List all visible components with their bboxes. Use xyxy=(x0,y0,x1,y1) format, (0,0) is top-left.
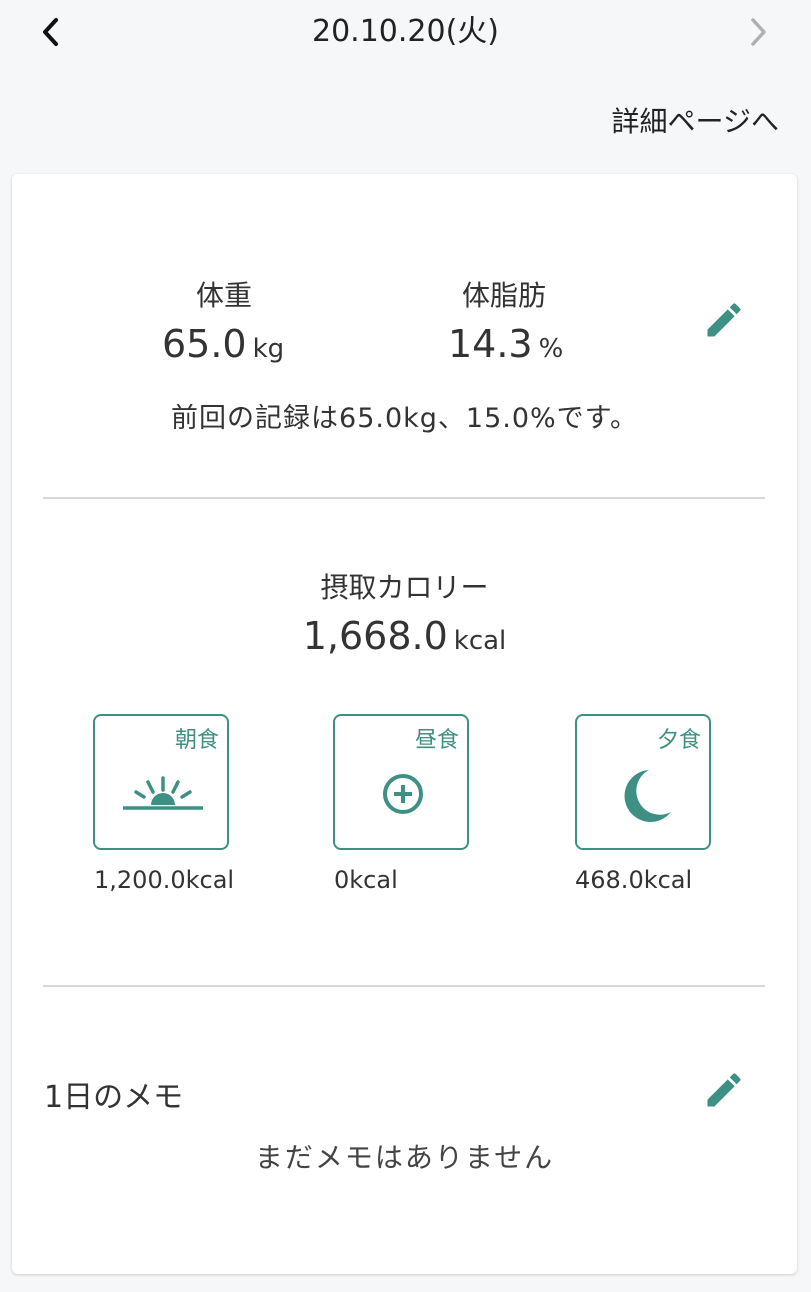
memo-empty-text: まだメモはありません xyxy=(254,1141,555,1174)
detail-page-link[interactable]: 詳細ページへ xyxy=(612,100,779,140)
moon-icon xyxy=(624,770,671,822)
calorie-unit: kcal xyxy=(453,626,507,656)
weight-value: 65.0 kg xyxy=(162,322,284,366)
next-day-button[interactable] xyxy=(742,12,774,52)
breakfast-label: 朝食 xyxy=(174,728,219,753)
top-bar: 20.10.20(火) xyxy=(0,0,811,64)
lunch-button[interactable]: 昼食 xyxy=(333,714,469,850)
body-fat-unit: % xyxy=(538,334,564,364)
lunch-label: 昼食 xyxy=(414,728,459,753)
daily-record-card: 体重 65.0 kg 体脂肪 14.3% 前回の記録は65.0kg、15.0%です… xyxy=(12,174,797,1274)
edit-body-stats-button[interactable] xyxy=(702,298,746,342)
weight-unit: kg xyxy=(252,334,285,364)
dinner-button[interactable]: 夕食 xyxy=(575,714,711,850)
body-fat-label: 体脂肪 xyxy=(461,279,546,312)
daily-memo-title: 1日のメモ xyxy=(44,1080,184,1115)
body-fat-value: 14.3% xyxy=(448,322,563,366)
lunch-kcal: 0kcal xyxy=(334,866,398,894)
divider xyxy=(43,985,765,987)
calorie-number: 1,668.0 xyxy=(302,614,448,658)
body-fat-number: 14.3 xyxy=(448,322,533,366)
divider xyxy=(43,497,765,499)
sunrise-icon xyxy=(123,776,203,810)
calorie-intake-value: 1,668.0 kcal xyxy=(12,614,797,658)
dinner-label: 夕食 xyxy=(656,728,701,753)
pencil-icon xyxy=(707,1073,741,1107)
previous-record-text: 前回の記録は65.0kg、15.0%です。 xyxy=(171,403,638,434)
calorie-intake-label: 摂取カロリー xyxy=(320,571,489,604)
add-circle-icon xyxy=(383,774,423,814)
dinner-kcal: 468.0kcal xyxy=(575,866,693,894)
edit-memo-button[interactable] xyxy=(702,1068,746,1112)
chevron-right-icon xyxy=(751,18,766,46)
date-title: 20.10.20(火) xyxy=(311,14,499,49)
weight-number: 65.0 xyxy=(162,322,247,366)
pencil-icon xyxy=(707,303,741,337)
weight-label: 体重 xyxy=(195,279,252,312)
breakfast-button[interactable]: 朝食 xyxy=(93,714,229,850)
breakfast-kcal: 1,200.0kcal xyxy=(94,866,235,894)
